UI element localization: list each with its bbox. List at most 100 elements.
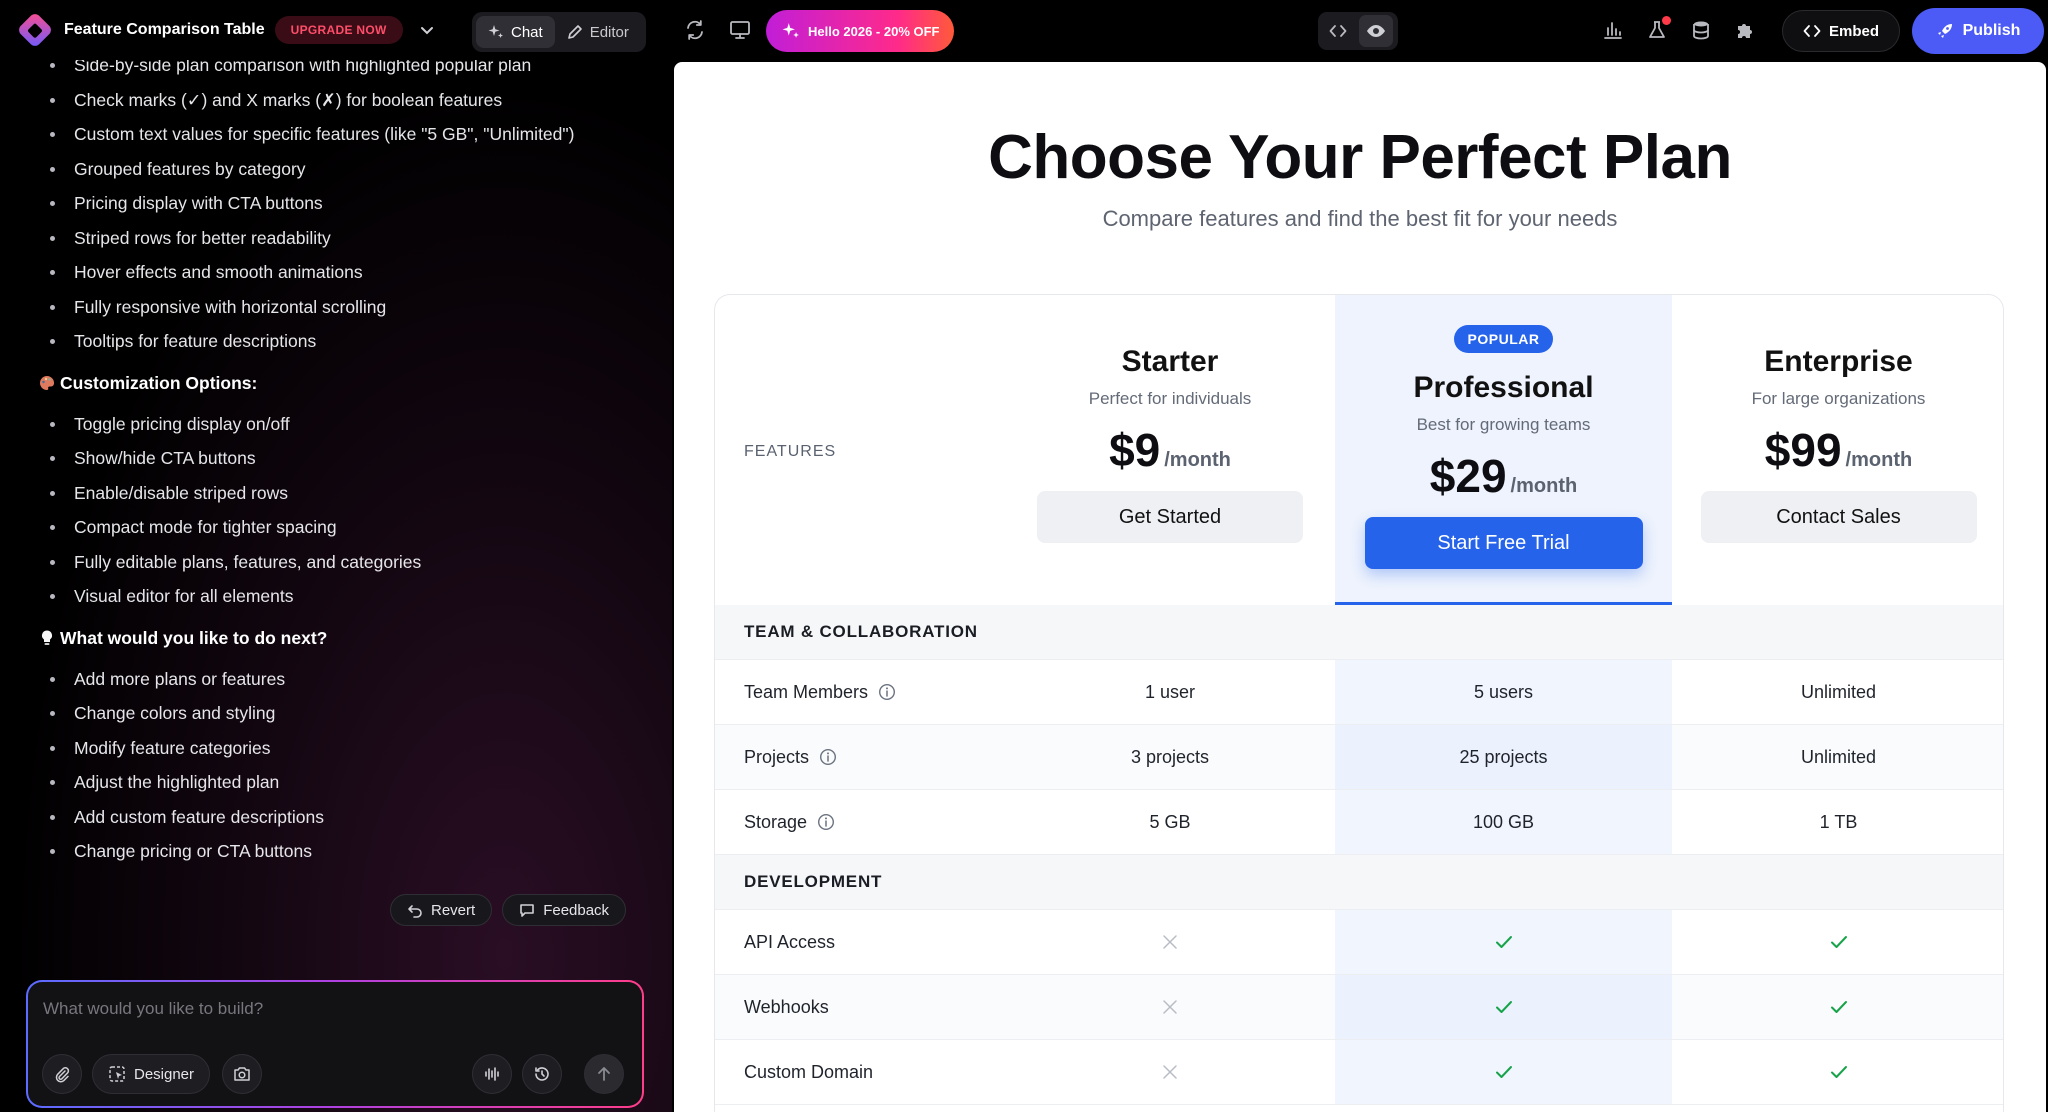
message-actions: Revert Feedback — [390, 894, 627, 926]
mode-toggle: Chat Editor — [472, 12, 646, 52]
refresh-icon[interactable] — [679, 14, 711, 46]
info-icon[interactable] — [819, 748, 837, 766]
feature-label: Storage — [744, 811, 808, 832]
table-row[interactable]: Webhooks — [715, 975, 2003, 1040]
plan-enterprise: Enterprise For large organizations $99/m… — [1672, 295, 2003, 605]
info-icon[interactable] — [878, 683, 896, 701]
list-item: Add more plans or features — [38, 662, 648, 697]
designer-label: Designer — [133, 1065, 195, 1083]
contact-sales-button[interactable]: Contact Sales — [1700, 491, 1977, 543]
attach-button[interactable] — [42, 1054, 82, 1094]
project-title: Feature Comparison Table — [64, 21, 265, 38]
table-row[interactable]: Projects 3 projects 25 projects Unlimite… — [715, 725, 2003, 790]
list-item: Tooltips for feature descriptions — [38, 324, 648, 359]
upgrade-button[interactable]: UPGRADE NOW — [274, 16, 403, 44]
list-item: Custom text values for specific features… — [38, 117, 648, 152]
flask-icon[interactable] — [1641, 14, 1673, 46]
x-mark-icon — [1005, 1040, 1335, 1104]
plan-description: For large organizations — [1751, 389, 1926, 408]
plan-name: Enterprise — [1764, 345, 1913, 378]
desktop-icon[interactable] — [724, 14, 756, 46]
puzzle-icon[interactable] — [1729, 14, 1761, 46]
list-item: Enable/disable striped rows — [38, 476, 648, 511]
designer-button[interactable]: Designer — [92, 1054, 210, 1094]
revert-label: Revert — [431, 901, 476, 919]
plan-name: Professional — [1413, 371, 1594, 404]
prompt-input[interactable] — [43, 996, 623, 1022]
price-period: /month — [1510, 475, 1578, 497]
database-icon[interactable] — [1685, 14, 1717, 46]
plan-price: $29/month — [1335, 449, 1672, 503]
analytics-icon[interactable] — [1597, 14, 1629, 46]
tab-editor-label: Editor — [589, 23, 629, 41]
comment-icon — [520, 904, 534, 917]
tab-chat[interactable]: Chat — [476, 16, 555, 48]
start-free-trial-button[interactable]: Start Free Trial — [1364, 517, 1643, 569]
send-button[interactable] — [584, 1054, 624, 1094]
table-row[interactable]: Storage 5 GB 100 GB 1 TB — [715, 790, 2003, 855]
publish-label: Publish — [1962, 22, 2021, 39]
table-row[interactable]: Team Members 1 user 5 users Unlimited — [715, 660, 2003, 725]
list-item: Add custom feature descriptions — [38, 800, 648, 835]
app-logo[interactable] — [16, 11, 54, 49]
revert-button[interactable]: Revert — [390, 894, 493, 926]
list-item: Striped rows for better readability — [38, 221, 648, 256]
voice-button[interactable] — [472, 1054, 512, 1094]
feedback-button[interactable]: Feedback — [502, 894, 627, 926]
code-view-icon[interactable] — [1321, 15, 1355, 47]
popular-badge: POPULAR — [1453, 325, 1554, 353]
list-item: Compact mode for tighter spacing — [38, 510, 648, 545]
table-row[interactable]: API Access — [715, 910, 2003, 975]
chat-message: Side-by-side plan comparison with highli… — [38, 60, 648, 869]
x-mark-icon — [1005, 975, 1335, 1039]
preview-eye-icon[interactable] — [1359, 15, 1393, 47]
pencil-icon — [567, 25, 582, 39]
undo-icon — [408, 905, 422, 918]
palette-icon — [40, 375, 55, 390]
publish-button[interactable]: Publish — [1912, 8, 2044, 54]
feature-name: API Access — [744, 931, 836, 952]
feature-label: Projects — [744, 746, 810, 767]
plan-price: $99/month — [1672, 423, 2003, 477]
arrow-up-icon — [598, 1067, 610, 1081]
sparkle-icon — [782, 23, 799, 38]
check-mark-icon — [1672, 1040, 2003, 1104]
enterprise-value: Unlimited — [1800, 746, 1877, 767]
starter-value: 5 GB — [1149, 811, 1191, 832]
tab-editor[interactable]: Editor — [555, 16, 641, 48]
check-mark-icon — [1672, 910, 2003, 974]
price-period: /month — [1164, 449, 1231, 471]
price-period: /month — [1845, 449, 1913, 471]
list-item: Hover effects and smooth animations — [38, 255, 648, 290]
feature-label: Team Members — [744, 681, 869, 702]
plan-name: Starter — [1121, 345, 1219, 378]
get-started-button[interactable]: Get Started — [1037, 491, 1303, 543]
list-item: Visual editor for all elements — [38, 579, 648, 614]
plan-professional: POPULAR Professional Best for growing te… — [1335, 295, 1672, 605]
check-mark-icon — [1335, 910, 1672, 974]
list-item: Check marks (✓) and X marks (✗) for bool… — [38, 83, 648, 118]
professional-value: 25 projects — [1335, 725, 1672, 789]
sparkle-icon — [488, 25, 503, 38]
history-button[interactable] — [522, 1054, 562, 1094]
price-amount: $9 — [1109, 424, 1161, 476]
promo-button[interactable]: Hello 2026 - 20% OFF — [766, 10, 954, 52]
brand: Feature Comparison Table UPGRADE NOW — [16, 11, 439, 49]
chevron-down-icon[interactable] — [415, 18, 439, 42]
camera-button[interactable] — [222, 1054, 262, 1094]
notification-dot — [1662, 16, 1671, 25]
list-item: Side-by-side plan comparison with highli… — [38, 60, 648, 83]
category-row: TEAM & COLLABORATION — [715, 605, 2003, 660]
features-column-label: FEATURES — [744, 443, 837, 460]
embed-button[interactable]: Embed — [1782, 10, 1900, 52]
list-item: Adjust the highlighted plan — [38, 765, 648, 800]
check-mark-icon — [1335, 975, 1672, 1039]
comparison-table: FEATURES Starter Perfect for individuals… — [714, 294, 2004, 1112]
list-item: Fully responsive with horizontal scrolli… — [38, 290, 648, 325]
table-row[interactable]: Custom Domain — [715, 1040, 2003, 1105]
info-icon[interactable] — [817, 813, 835, 831]
list-item: Pricing display with CTA buttons — [38, 186, 648, 221]
preview-frame: Choose Your Perfect Plan Compare feature… — [674, 62, 2046, 1112]
feature-name: Storage — [744, 790, 835, 854]
customization-list: Toggle pricing display on/off Show/hide … — [38, 407, 648, 614]
